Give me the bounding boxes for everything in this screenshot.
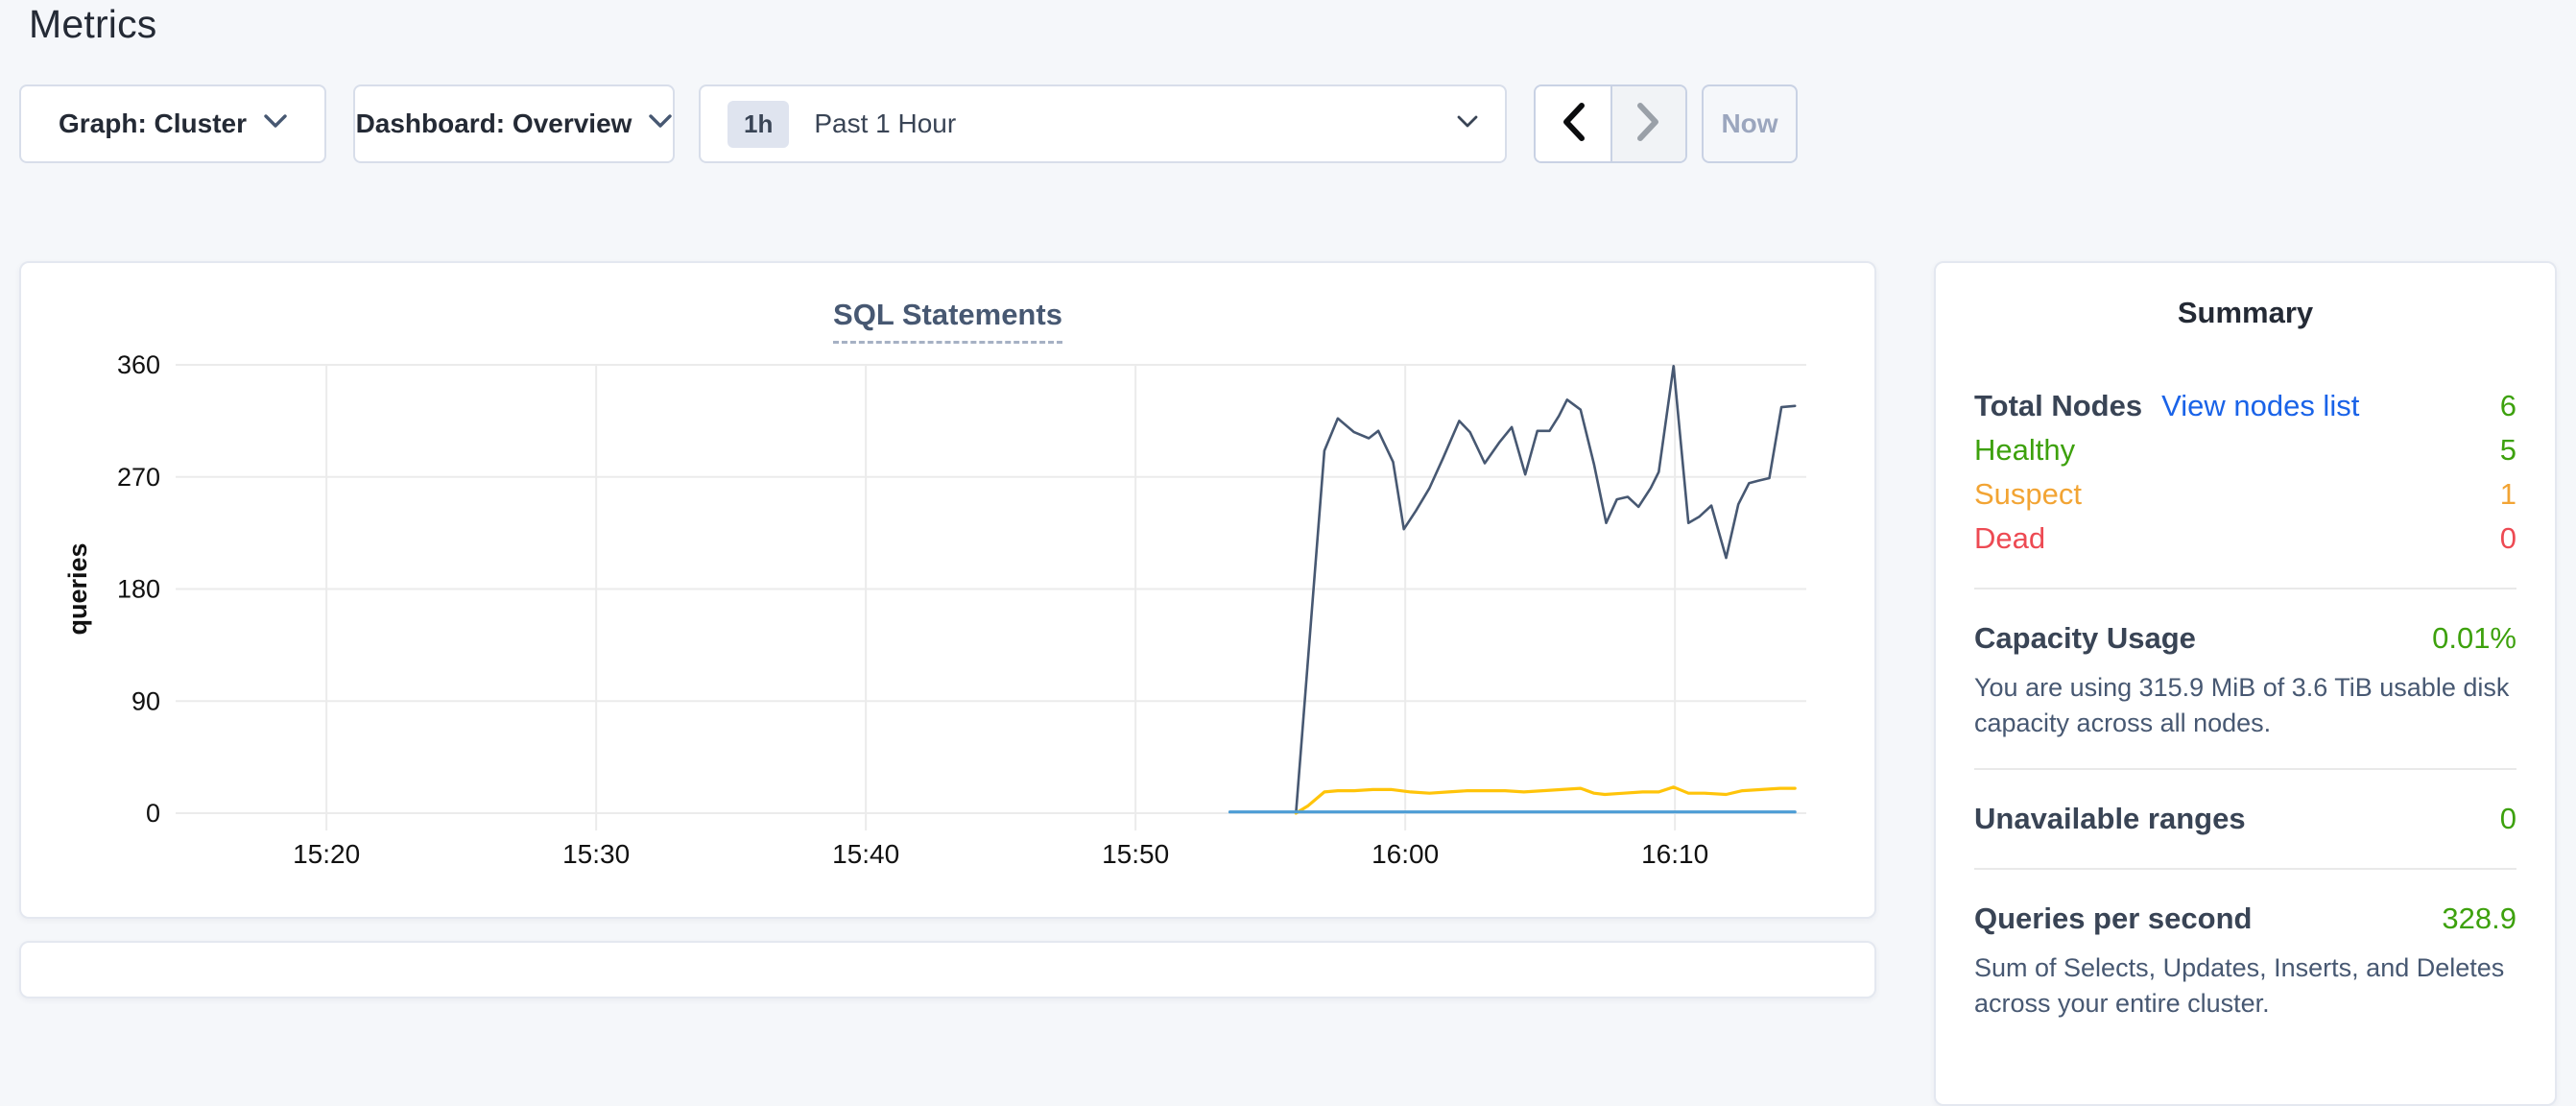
x-axis-tick-label: 16:00 bbox=[1371, 839, 1439, 869]
x-axis-tick-label: 15:30 bbox=[562, 839, 630, 869]
y-axis-tick-label: 90 bbox=[131, 686, 160, 715]
graph-select-dropdown[interactable]: Graph: Cluster bbox=[19, 84, 326, 163]
time-prev-button[interactable] bbox=[1536, 86, 1610, 161]
queries-per-second-description: Sum of Selects, Updates, Inserts, and De… bbox=[1974, 950, 2516, 1022]
node-status-rows: Healthy 5 Suspect 1 Dead 0 bbox=[1974, 428, 2516, 561]
total-nodes-value: 6 bbox=[2500, 384, 2516, 428]
queries-per-second-section: Queries per second 328.9 Sum of Selects,… bbox=[1974, 897, 2516, 1022]
chevron-down-icon bbox=[1457, 115, 1478, 133]
graph-select-label: Graph: Cluster bbox=[59, 108, 247, 139]
total-nodes-row: Total Nodes View nodes list 6 bbox=[1974, 384, 2516, 428]
divider bbox=[1974, 868, 2516, 870]
y-axis-unit-label: queries bbox=[63, 542, 92, 635]
time-nav-group bbox=[1534, 84, 1687, 163]
node-status-value: 0 bbox=[2500, 517, 2516, 561]
sql-statements-chart[interactable]: 0 90 180 270 360 15:20 15:30 15:40 15:50 16:00 16:… bbox=[21, 263, 1878, 917]
divider bbox=[1974, 588, 2516, 589]
time-window-selector[interactable]: 1h Past 1 Hour bbox=[699, 84, 1507, 163]
page-title: Metrics bbox=[29, 2, 157, 47]
chevron-down-icon bbox=[649, 114, 672, 133]
unavailable-ranges-label: Unavailable ranges bbox=[1974, 797, 2246, 841]
y-axis-tick-label: 180 bbox=[117, 575, 160, 604]
node-status-label: Dead bbox=[1974, 517, 2045, 561]
divider bbox=[1974, 768, 2516, 770]
node-status-label: Suspect bbox=[1974, 472, 2082, 517]
dashboard-select-dropdown[interactable]: Dashboard: Overview bbox=[353, 84, 675, 163]
node-status-value: 1 bbox=[2500, 472, 2516, 517]
node-status-value: 5 bbox=[2500, 428, 2516, 472]
view-nodes-list-link[interactable]: View nodes list bbox=[2161, 384, 2359, 428]
capacity-usage-section: Capacity Usage 0.01% You are using 315.9… bbox=[1974, 616, 2516, 741]
chevron-right-icon bbox=[1635, 102, 1662, 147]
x-axis-tick-label: 15:50 bbox=[1102, 839, 1169, 869]
next-chart-card bbox=[19, 941, 1876, 998]
unavailable-ranges-value: 0 bbox=[2500, 797, 2516, 841]
chevron-left-icon bbox=[1560, 102, 1586, 147]
summary-title: Summary bbox=[1974, 296, 2516, 330]
dashboard-select-label: Dashboard: Overview bbox=[356, 108, 632, 139]
y-axis-tick-label: 270 bbox=[117, 463, 160, 492]
time-range-badge: 1h bbox=[727, 101, 789, 148]
queries-per-second-value: 328.9 bbox=[2442, 897, 2516, 941]
node-status-label: Healthy bbox=[1974, 428, 2075, 472]
y-axis-tick-label: 0 bbox=[146, 799, 160, 828]
time-range-label: Past 1 Hour bbox=[814, 108, 1432, 139]
chart-title[interactable]: SQL Statements bbox=[833, 298, 1062, 344]
queries-per-second-label: Queries per second bbox=[1974, 897, 2252, 941]
x-axis-tick-label: 15:40 bbox=[832, 839, 899, 869]
capacity-usage-value: 0.01% bbox=[2432, 616, 2516, 661]
capacity-usage-description: You are using 315.9 MiB of 3.6 TiB usabl… bbox=[1974, 670, 2516, 741]
node-status-row: Dead 0 bbox=[1974, 517, 2516, 561]
y-axis-tick-label: 360 bbox=[117, 350, 160, 379]
now-button[interactable]: Now bbox=[1702, 84, 1798, 163]
node-status-row: Suspect 1 bbox=[1974, 472, 2516, 517]
sql-statements-chart-card: SQL Statements 0 90 180 270 360 15:20 15:30 15:… bbox=[19, 261, 1876, 919]
time-next-button[interactable] bbox=[1610, 86, 1685, 161]
series-line-series-2 bbox=[1296, 787, 1795, 813]
x-axis-tick-label: 15:20 bbox=[293, 839, 360, 869]
unavailable-ranges-section: Unavailable ranges 0 bbox=[1974, 797, 2516, 841]
node-status-row: Healthy 5 bbox=[1974, 428, 2516, 472]
chevron-down-icon bbox=[264, 114, 287, 133]
x-axis-tick-label: 16:10 bbox=[1641, 839, 1708, 869]
summary-panel: Summary Total Nodes View nodes list 6 He… bbox=[1934, 261, 2557, 1106]
capacity-usage-label: Capacity Usage bbox=[1974, 616, 2196, 661]
total-nodes-label: Total Nodes bbox=[1974, 384, 2142, 428]
